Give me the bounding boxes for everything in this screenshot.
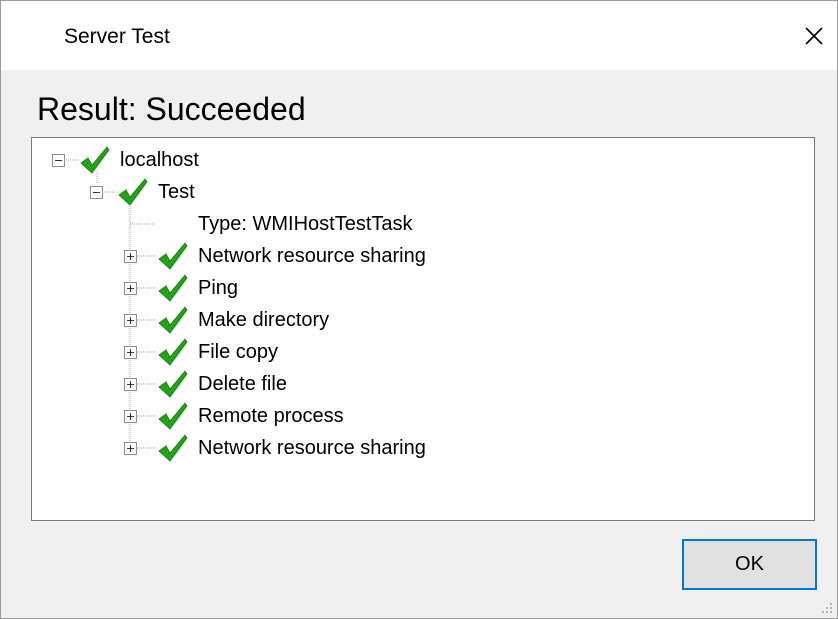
ok-button[interactable]: OK: [682, 539, 817, 590]
tree-node-item[interactable]: Network resource sharing: [32, 240, 532, 272]
tree-node-label: Network resource sharing: [198, 437, 426, 459]
check-icon: [158, 402, 188, 430]
tree-node-label: Ping: [198, 277, 239, 299]
check-icon: [80, 146, 110, 174]
expand-toggle[interactable]: [124, 442, 137, 455]
tree-node-label: Make directory: [198, 309, 330, 331]
tree-node-label: Remote process: [198, 405, 344, 427]
check-icon: [158, 274, 188, 302]
close-button[interactable]: [791, 13, 837, 59]
tree-node-item[interactable]: Delete file: [32, 368, 532, 400]
check-icon: [158, 370, 188, 398]
check-icon: [158, 338, 188, 366]
tree-node-item[interactable]: Make directory: [32, 304, 532, 336]
expand-toggle[interactable]: [124, 250, 137, 263]
expand-toggle[interactable]: [124, 378, 137, 391]
tree-node-localhost[interactable]: localhost: [32, 144, 332, 176]
server-test-dialog: Server Test Result: Succeeded localhost …: [0, 0, 838, 619]
window-title: Server Test: [64, 25, 170, 48]
expand-toggle[interactable]: [124, 410, 137, 423]
resize-grip-icon[interactable]: [821, 602, 833, 614]
collapse-toggle[interactable]: [52, 154, 65, 167]
tree-node-item[interactable]: Network resource sharing: [32, 432, 532, 464]
tree-node-label: File copy: [198, 341, 279, 363]
check-icon: [118, 178, 148, 206]
tree-node-item[interactable]: File copy: [32, 336, 532, 368]
tree-node-label: Network resource sharing: [198, 245, 426, 267]
tree-node-label: Delete file: [198, 373, 287, 395]
result-heading: Result: Succeeded: [37, 91, 306, 127]
title-bar: Server Test: [1, 1, 837, 70]
expand-toggle[interactable]: [124, 314, 137, 327]
check-icon: [158, 434, 188, 462]
collapse-toggle[interactable]: [90, 186, 103, 199]
check-icon: [158, 242, 188, 270]
tree-node-label: Type: WMIHostTestTask: [198, 213, 413, 235]
tree-node-type[interactable]: Type: WMIHostTestTask: [32, 208, 532, 240]
close-icon: [805, 27, 823, 45]
tree-node-label: Test: [158, 181, 195, 203]
tree-node-label: localhost: [120, 149, 199, 171]
result-tree[interactable]: localhost Test Type: WMIHostTestTask Net…: [31, 137, 815, 521]
tree-node-item[interactable]: Ping: [32, 272, 532, 304]
expand-toggle[interactable]: [124, 282, 137, 295]
expand-toggle[interactable]: [124, 346, 137, 359]
tree-node-test[interactable]: Test: [32, 176, 332, 208]
tree-node-item[interactable]: Remote process: [32, 400, 532, 432]
check-icon: [158, 306, 188, 334]
